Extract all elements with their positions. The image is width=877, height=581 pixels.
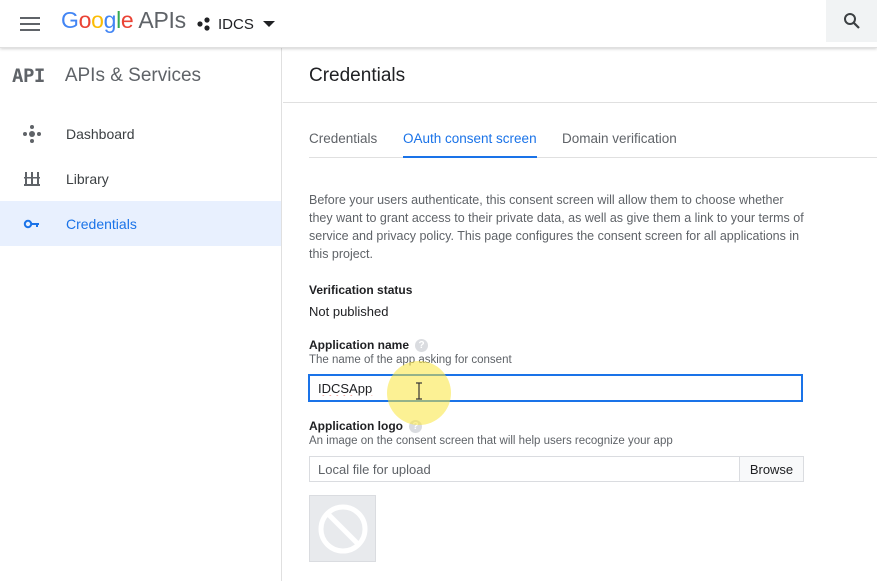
page-title: Credentials: [309, 65, 406, 86]
search-button[interactable]: [826, 0, 877, 42]
application-logo-hint: An image on the consent screen that will…: [309, 435, 673, 447]
dashboard-icon: [23, 125, 41, 143]
application-logo-label: Application logo?: [309, 419, 422, 434]
project-selector[interactable]: IDCS: [196, 11, 275, 37]
library-icon: [24, 172, 40, 186]
browse-button[interactable]: Browse: [739, 457, 803, 481]
help-icon[interactable]: ?: [415, 339, 429, 353]
sidebar-title: APIs & Services: [64, 64, 202, 86]
consent-description: Before your users authenticate, this con…: [309, 193, 804, 261]
sidebar-item-credentials[interactable]: Credentials: [0, 201, 281, 246]
application-name-input[interactable]: [309, 375, 802, 401]
tab-bar: Credentials OAuth consent screen Domain …: [309, 128, 877, 158]
upload-placeholder[interactable]: Local file for upload: [310, 457, 739, 481]
hamburger-menu-icon[interactable]: [16, 11, 44, 37]
application-name-label: Application name?: [309, 338, 429, 353]
api-badge-icon: API: [12, 64, 45, 87]
main-content: Credentials Credentials OAuth consent sc…: [283, 48, 877, 581]
logo-preview-placeholder: [309, 495, 376, 562]
application-name-hint: The name of the app asking for consent: [309, 354, 512, 366]
verification-status-label: Verification status: [309, 283, 413, 297]
project-dots-icon: [197, 17, 210, 31]
sidebar: API APIs & Services Dashboard Library Cr…: [0, 48, 282, 581]
no-image-icon: [318, 504, 367, 553]
sidebar-item-library[interactable]: Library: [0, 156, 281, 201]
main-header: Credentials: [283, 48, 877, 103]
help-icon[interactable]: ?: [409, 420, 422, 434]
search-icon: [843, 13, 860, 29]
google-apis-logo[interactable]: Google APIs: [61, 7, 186, 34]
logo-upload-field[interactable]: Local file for upload Browse: [309, 456, 804, 482]
tab-domain-verification[interactable]: Domain verification: [562, 131, 677, 158]
verification-status-value: Not published: [309, 304, 389, 319]
sidebar-item-label: Library: [66, 170, 109, 187]
sidebar-header: API APIs & Services: [0, 48, 281, 103]
sidebar-item-label: Dashboard: [66, 125, 135, 142]
sidebar-item-label: Credentials: [66, 215, 137, 232]
sidebar-item-dashboard[interactable]: Dashboard: [0, 111, 281, 156]
project-name: IDCS: [218, 15, 254, 33]
tab-credentials[interactable]: Credentials: [309, 131, 377, 158]
key-icon: [23, 219, 39, 229]
tab-oauth-consent-screen[interactable]: OAuth consent screen: [403, 131, 537, 158]
top-app-bar: Google APIs IDCS: [0, 0, 877, 48]
caret-down-icon: [262, 21, 275, 27]
